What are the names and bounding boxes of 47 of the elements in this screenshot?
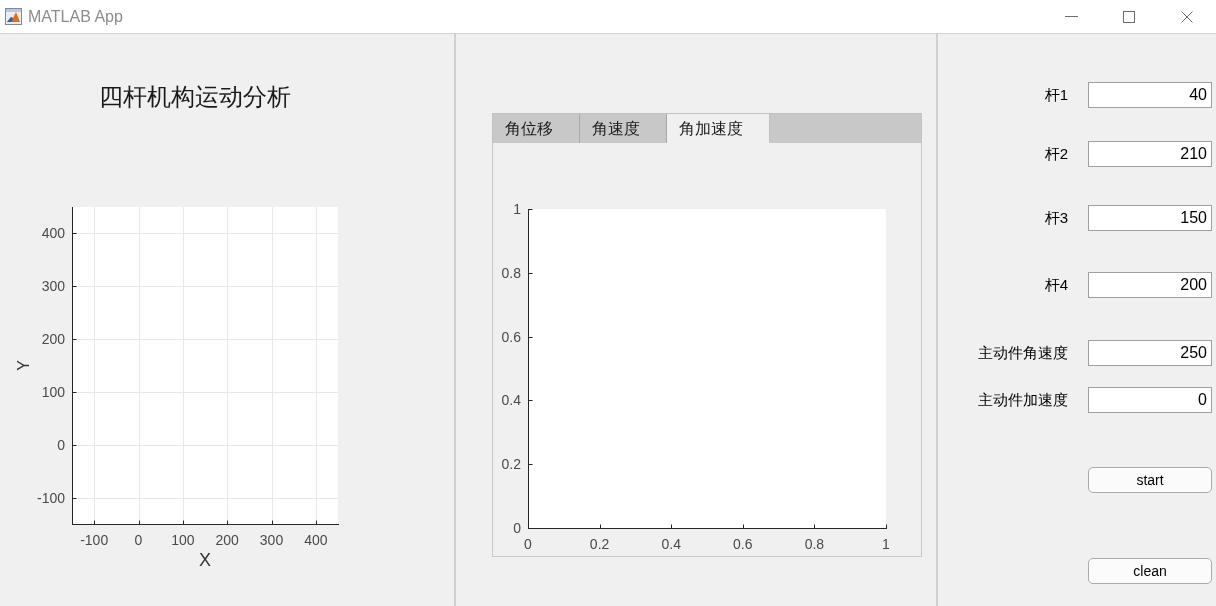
- close-icon[interactable]: [1181, 10, 1193, 23]
- number-field[interactable]: 200: [1088, 272, 1212, 298]
- axis-label: Y: [14, 360, 32, 371]
- tick-label: 400: [41, 225, 65, 242]
- tick-label: 0.6: [501, 328, 521, 345]
- tick-label: 0.6: [733, 536, 753, 552]
- tick-label: 0.4: [661, 536, 681, 552]
- tick-label: 300: [259, 532, 284, 548]
- axis-label: X: [199, 550, 211, 570]
- app-logo-icon: [5, 8, 22, 25]
- window-title: MATLAB App: [28, 7, 123, 26]
- field-label: 主动件加速度: [978, 390, 1068, 410]
- number-field[interactable]: 210: [1088, 141, 1212, 167]
- tick-label: 1: [513, 201, 521, 217]
- action-button[interactable]: start: [1088, 467, 1212, 493]
- action-button[interactable]: clean: [1088, 558, 1212, 584]
- tick-label: 0.8: [501, 264, 521, 281]
- number-field[interactable]: 250: [1088, 340, 1212, 366]
- tick-label: 100: [171, 532, 195, 548]
- tick-label: 1: [882, 536, 890, 552]
- tick-label: -100: [36, 489, 65, 506]
- tick-label: 0: [134, 532, 143, 548]
- tick-label: 300: [41, 278, 65, 295]
- tick-label: 0.2: [501, 456, 521, 473]
- tick-label: 200: [41, 331, 65, 348]
- tick-label: 0.4: [501, 392, 521, 409]
- tick-label: 0: [513, 520, 521, 536]
- minimize-icon[interactable]: [1064, 16, 1078, 17]
- tick-label: 0: [57, 436, 65, 453]
- field-label: 杆3: [1044, 208, 1068, 228]
- field-label: 杆4: [1044, 275, 1068, 295]
- number-field[interactable]: 40: [1088, 82, 1212, 108]
- tick-label: 200: [215, 532, 239, 548]
- tick-label: 0.8: [804, 536, 825, 552]
- number-field[interactable]: 0: [1088, 387, 1212, 413]
- tick-label: 400: [304, 532, 328, 548]
- field-label: 杆1: [1044, 85, 1068, 105]
- tick-label: 0: [524, 536, 532, 552]
- maximize-icon[interactable]: [1123, 10, 1135, 23]
- tick-label: 0.2: [589, 536, 610, 552]
- field-label: 杆2: [1044, 144, 1068, 164]
- field-label: 主动件角速度: [978, 343, 1068, 363]
- app-heading: 四杆机构运动分析: [99, 82, 291, 112]
- tick-label: -100: [80, 532, 109, 548]
- tab[interactable]: 角加速度: [667, 114, 770, 143]
- tick-label: 100: [41, 383, 65, 400]
- number-field[interactable]: 150: [1088, 205, 1212, 231]
